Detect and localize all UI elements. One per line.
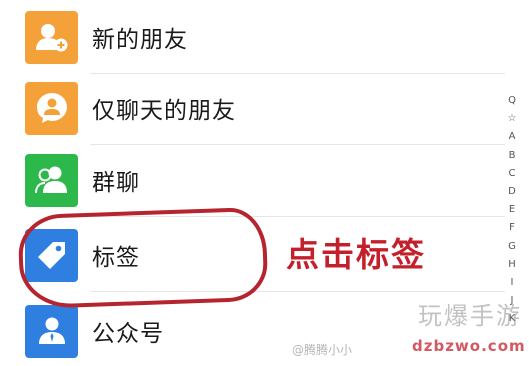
index-letter[interactable]: Q	[508, 92, 516, 110]
site-logo-watermark: 玩爆手游	[418, 302, 522, 330]
index-letter[interactable]: E	[509, 201, 515, 219]
contacts-item-chat-only-friends[interactable]: 仅聊天的朋友	[0, 73, 505, 143]
index-letter[interactable]: H	[508, 256, 516, 274]
chat-only-friend-icon	[25, 81, 78, 135]
contacts-item-label: 公众号	[92, 321, 164, 347]
index-letter[interactable]: ☆	[508, 110, 517, 128]
weibo-watermark: @腾腾小小	[292, 343, 353, 357]
group-chat-icon	[25, 153, 78, 207]
alphabet-index[interactable]: Q ☆ A B C D E F G H I J K	[505, 92, 519, 328]
contacts-item-label: 新的朋友	[92, 27, 188, 53]
site-url-watermark: dzbzwo.com	[412, 337, 526, 355]
index-letter[interactable]: F	[509, 219, 515, 237]
contacts-item-new-friends[interactable]: 新的朋友	[0, 2, 505, 72]
index-letter[interactable]: G	[508, 238, 516, 256]
index-letter[interactable]: C	[509, 165, 516, 183]
index-letter[interactable]: I	[511, 274, 514, 292]
contacts-item-group-chats[interactable]: 群聊	[0, 145, 505, 215]
official-account-icon	[25, 304, 78, 358]
contacts-item-label: 群聊	[92, 170, 140, 196]
contacts-item-label: 仅聊天的朋友	[92, 98, 236, 124]
index-letter[interactable]: B	[509, 147, 516, 165]
index-letter[interactable]: D	[508, 183, 516, 201]
index-letter[interactable]: A	[509, 128, 516, 146]
annotation-text: 点击标签	[286, 235, 426, 274]
highlight-circle	[17, 206, 269, 310]
add-friend-icon	[25, 10, 78, 64]
